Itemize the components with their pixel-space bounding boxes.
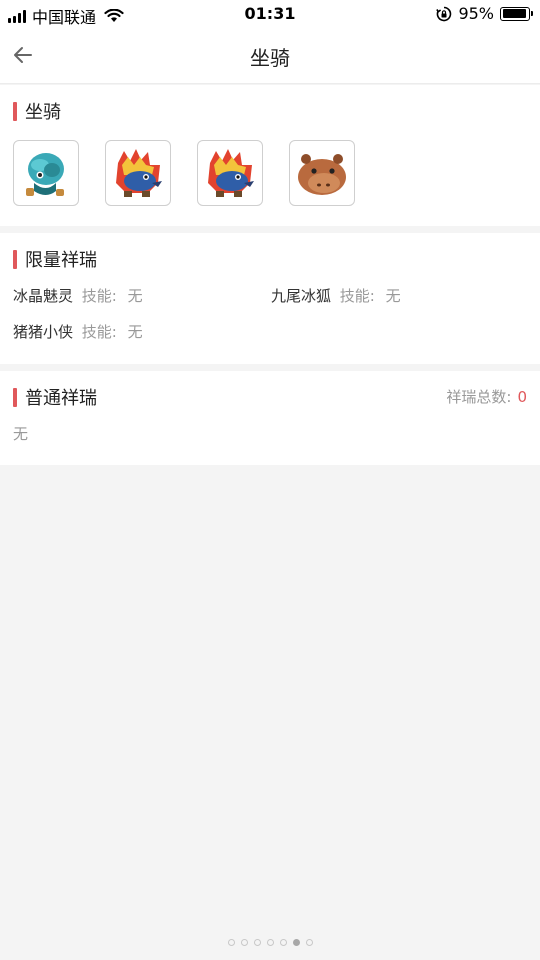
rotation-lock-icon [436, 6, 452, 21]
fire-dragon-mount-icon [208, 149, 254, 197]
section-accent-bar [13, 387, 17, 407]
page-dot [253, 939, 261, 946]
page-dot [292, 939, 300, 946]
mounts-section-title: 坐骑 [13, 98, 61, 124]
page-dot [305, 939, 313, 946]
status-right: 95% [436, 4, 533, 23]
limited-section-label: 限量祥瑞 [25, 250, 97, 271]
battery-tip [530, 11, 533, 16]
normal-section-label: 普通祥瑞 [25, 388, 97, 409]
mount-list [13, 140, 355, 206]
limited-section-title: 限量祥瑞 [13, 246, 97, 272]
auspice-item: 九尾冰狐 技能: 无 [271, 285, 401, 306]
limited-auspice-card: 限量祥瑞 冰晶魅灵 技能: 无 九尾冰狐 技能: 无 猪猪小侠 技能: 无 [0, 233, 540, 364]
auspice-total: 祥瑞总数: 0 [446, 386, 527, 407]
skill-value: 无 [127, 287, 143, 305]
mount-thumb-fire-dragon-1[interactable] [105, 140, 171, 206]
section-accent-bar [13, 249, 17, 269]
skill-label: 技能: [339, 287, 375, 305]
fire-dragon-mount-icon [116, 149, 162, 197]
page-dot [266, 939, 274, 946]
skill-value: 无 [385, 287, 401, 305]
normal-auspice-card: 普通祥瑞 祥瑞总数: 0 无 [0, 371, 540, 465]
auspice-name: 冰晶魅灵 [13, 287, 74, 305]
skill-value: 无 [127, 323, 143, 341]
page-dot [240, 939, 248, 946]
teal-creature-mount-icon [26, 153, 64, 196]
mounts-card: 坐骑 [0, 85, 540, 226]
mount-thumb-capybara[interactable] [289, 140, 355, 206]
normal-section-title: 普通祥瑞 [13, 384, 97, 410]
auspice-name: 猪猪小侠 [13, 323, 74, 341]
skill-label: 技能: [81, 323, 117, 341]
battery-fill [502, 9, 527, 18]
mount-thumb-teal-creature[interactable] [13, 140, 79, 206]
battery-percent: 95% [458, 4, 494, 23]
capybara-mount-icon [298, 154, 346, 195]
section-accent-bar [13, 101, 17, 121]
nav-bar: 坐骑 [0, 28, 540, 84]
auspice-total-value: 0 [517, 388, 527, 406]
status-bar: 中国联通 01:31 95% [0, 0, 540, 28]
page-dot [279, 939, 287, 946]
auspice-total-label: 祥瑞总数: [446, 388, 512, 406]
mounts-section-label: 坐骑 [25, 102, 61, 123]
page-title: 坐骑 [250, 46, 290, 70]
skill-label: 技能: [81, 287, 117, 305]
empty-text: 无 [13, 425, 29, 443]
mount-thumb-fire-dragon-2[interactable] [197, 140, 263, 206]
battery-icon [500, 6, 533, 21]
page-dot [227, 939, 235, 946]
auspice-item: 猪猪小侠 技能: 无 [13, 321, 143, 342]
auspice-name: 九尾冰狐 [271, 287, 332, 305]
auspice-item: 冰晶魅灵 技能: 无 [13, 285, 143, 306]
page-indicator [0, 939, 540, 946]
